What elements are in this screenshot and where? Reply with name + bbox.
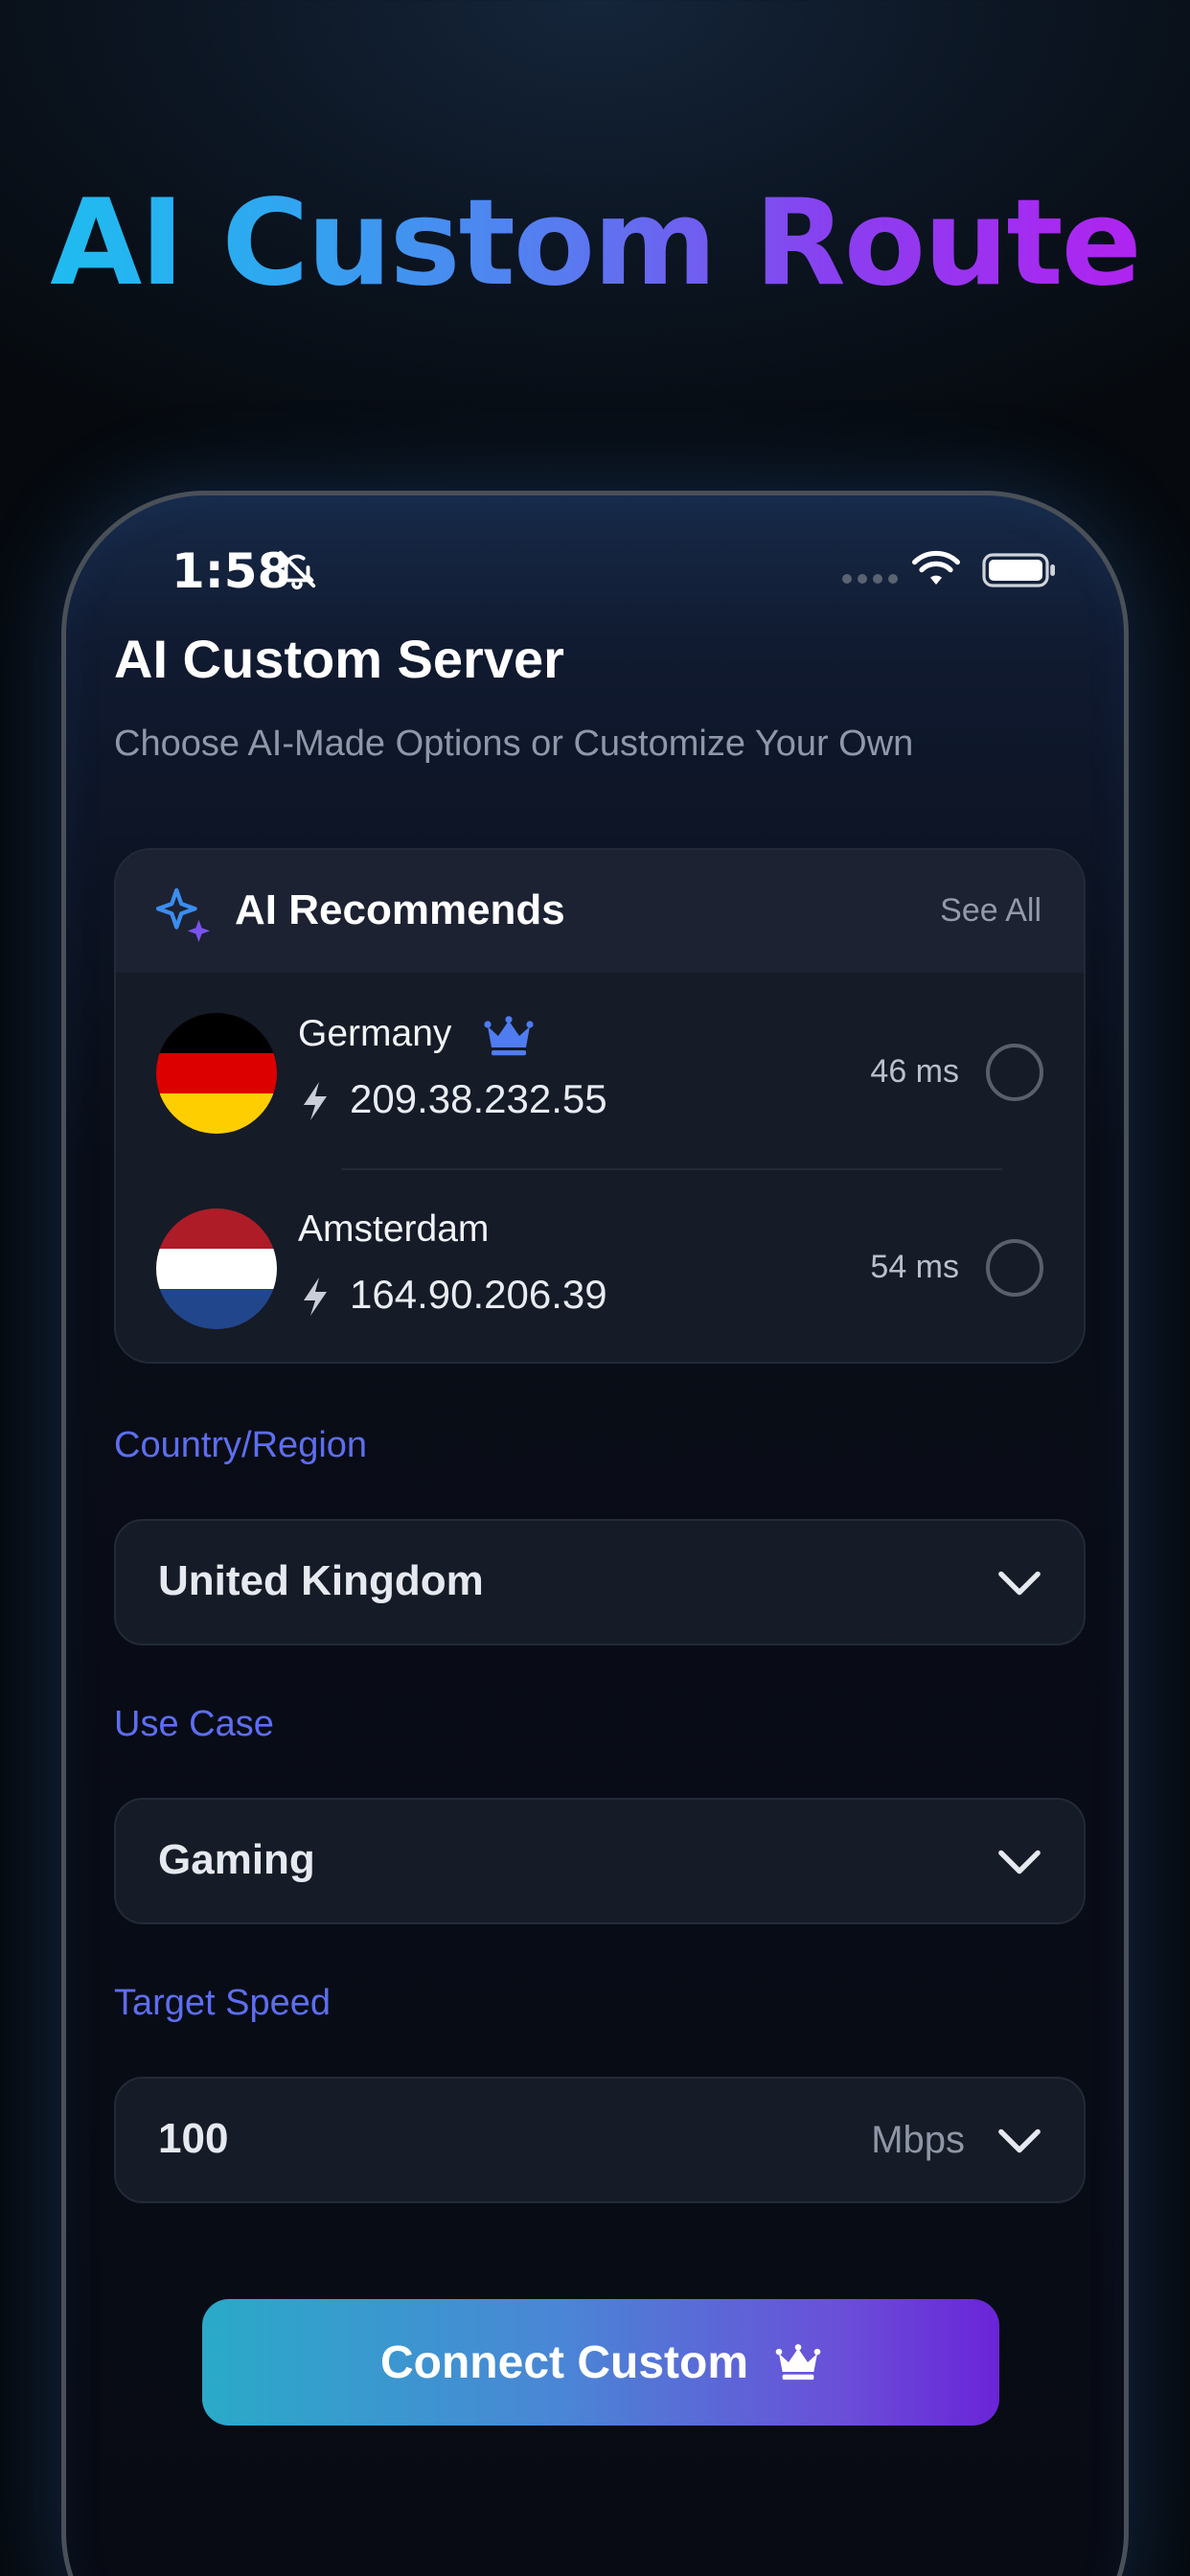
divider (341, 1168, 1002, 1170)
flag-netherlands-icon (156, 1208, 277, 1329)
target-speed-value: 100 (158, 2115, 229, 2162)
headline-text: AI Custom Route (50, 174, 1142, 312)
wifi-icon (912, 550, 960, 585)
chevron-down-icon (998, 1571, 1041, 1596)
use-case-label: Use Case (114, 1704, 274, 1744)
bolt-icon (304, 1082, 327, 1120)
flag-germany-icon (156, 1013, 277, 1134)
country-value: United Kingdom (158, 1557, 484, 1604)
phone-frame: 1:58 AI Custom Server Choose AI-Made Opt… (61, 491, 1129, 2576)
country-label: Country/Region (114, 1425, 368, 1465)
speed-unit: Mbps (871, 2119, 965, 2161)
server-select-radio[interactable] (986, 1239, 1043, 1297)
server-ping: 54 ms (870, 1249, 959, 1285)
bell-slash-icon (278, 550, 316, 590)
chevron-down-icon (998, 1850, 1041, 1874)
signal-dots-icon (842, 574, 898, 584)
screen-subtitle: Choose AI-Made Options or Customize Your… (114, 724, 914, 764)
server-name: Amsterdam (298, 1208, 490, 1250)
battery-icon (982, 553, 1055, 587)
use-case-value: Gaming (158, 1836, 315, 1883)
target-speed-field[interactable]: 100 Mbps (114, 2077, 1086, 2203)
use-case-select[interactable]: Gaming (114, 1798, 1086, 1924)
screen-title: AI Custom Server (114, 629, 564, 689)
headline: AI Custom Route (0, 172, 1190, 315)
bolt-icon (304, 1277, 327, 1316)
ai-recommends-title: AI Recommends (235, 886, 565, 933)
country-select[interactable]: United Kingdom (114, 1519, 1086, 1645)
see-all-link[interactable]: See All (940, 892, 1041, 930)
ai-recommends-card: AI Recommends See All Germany 209.38.232… (114, 848, 1086, 1364)
sparkle-icon (156, 887, 211, 942)
status-time: 1:58 (172, 543, 291, 599)
server-row-germany[interactable]: Germany 209.38.232.55 46 ms (116, 992, 1084, 1184)
target-speed-label: Target Speed (114, 1983, 332, 2023)
server-ip: 209.38.232.55 (350, 1076, 607, 1121)
crown-icon (484, 1016, 534, 1056)
server-ping: 46 ms (870, 1053, 959, 1090)
server-ip: 164.90.206.39 (350, 1272, 607, 1317)
crown-icon (775, 2344, 821, 2380)
server-select-radio[interactable] (986, 1044, 1043, 1101)
ai-recommends-header: AI Recommends See All (116, 850, 1084, 973)
connect-custom-label: Connect Custom (380, 2336, 748, 2388)
server-name: Germany (298, 1013, 452, 1054)
server-row-amsterdam[interactable]: Amsterdam 164.90.206.39 54 ms (116, 1187, 1084, 1362)
connect-custom-button[interactable]: Connect Custom (202, 2299, 999, 2426)
chevron-down-icon (998, 2128, 1041, 2153)
